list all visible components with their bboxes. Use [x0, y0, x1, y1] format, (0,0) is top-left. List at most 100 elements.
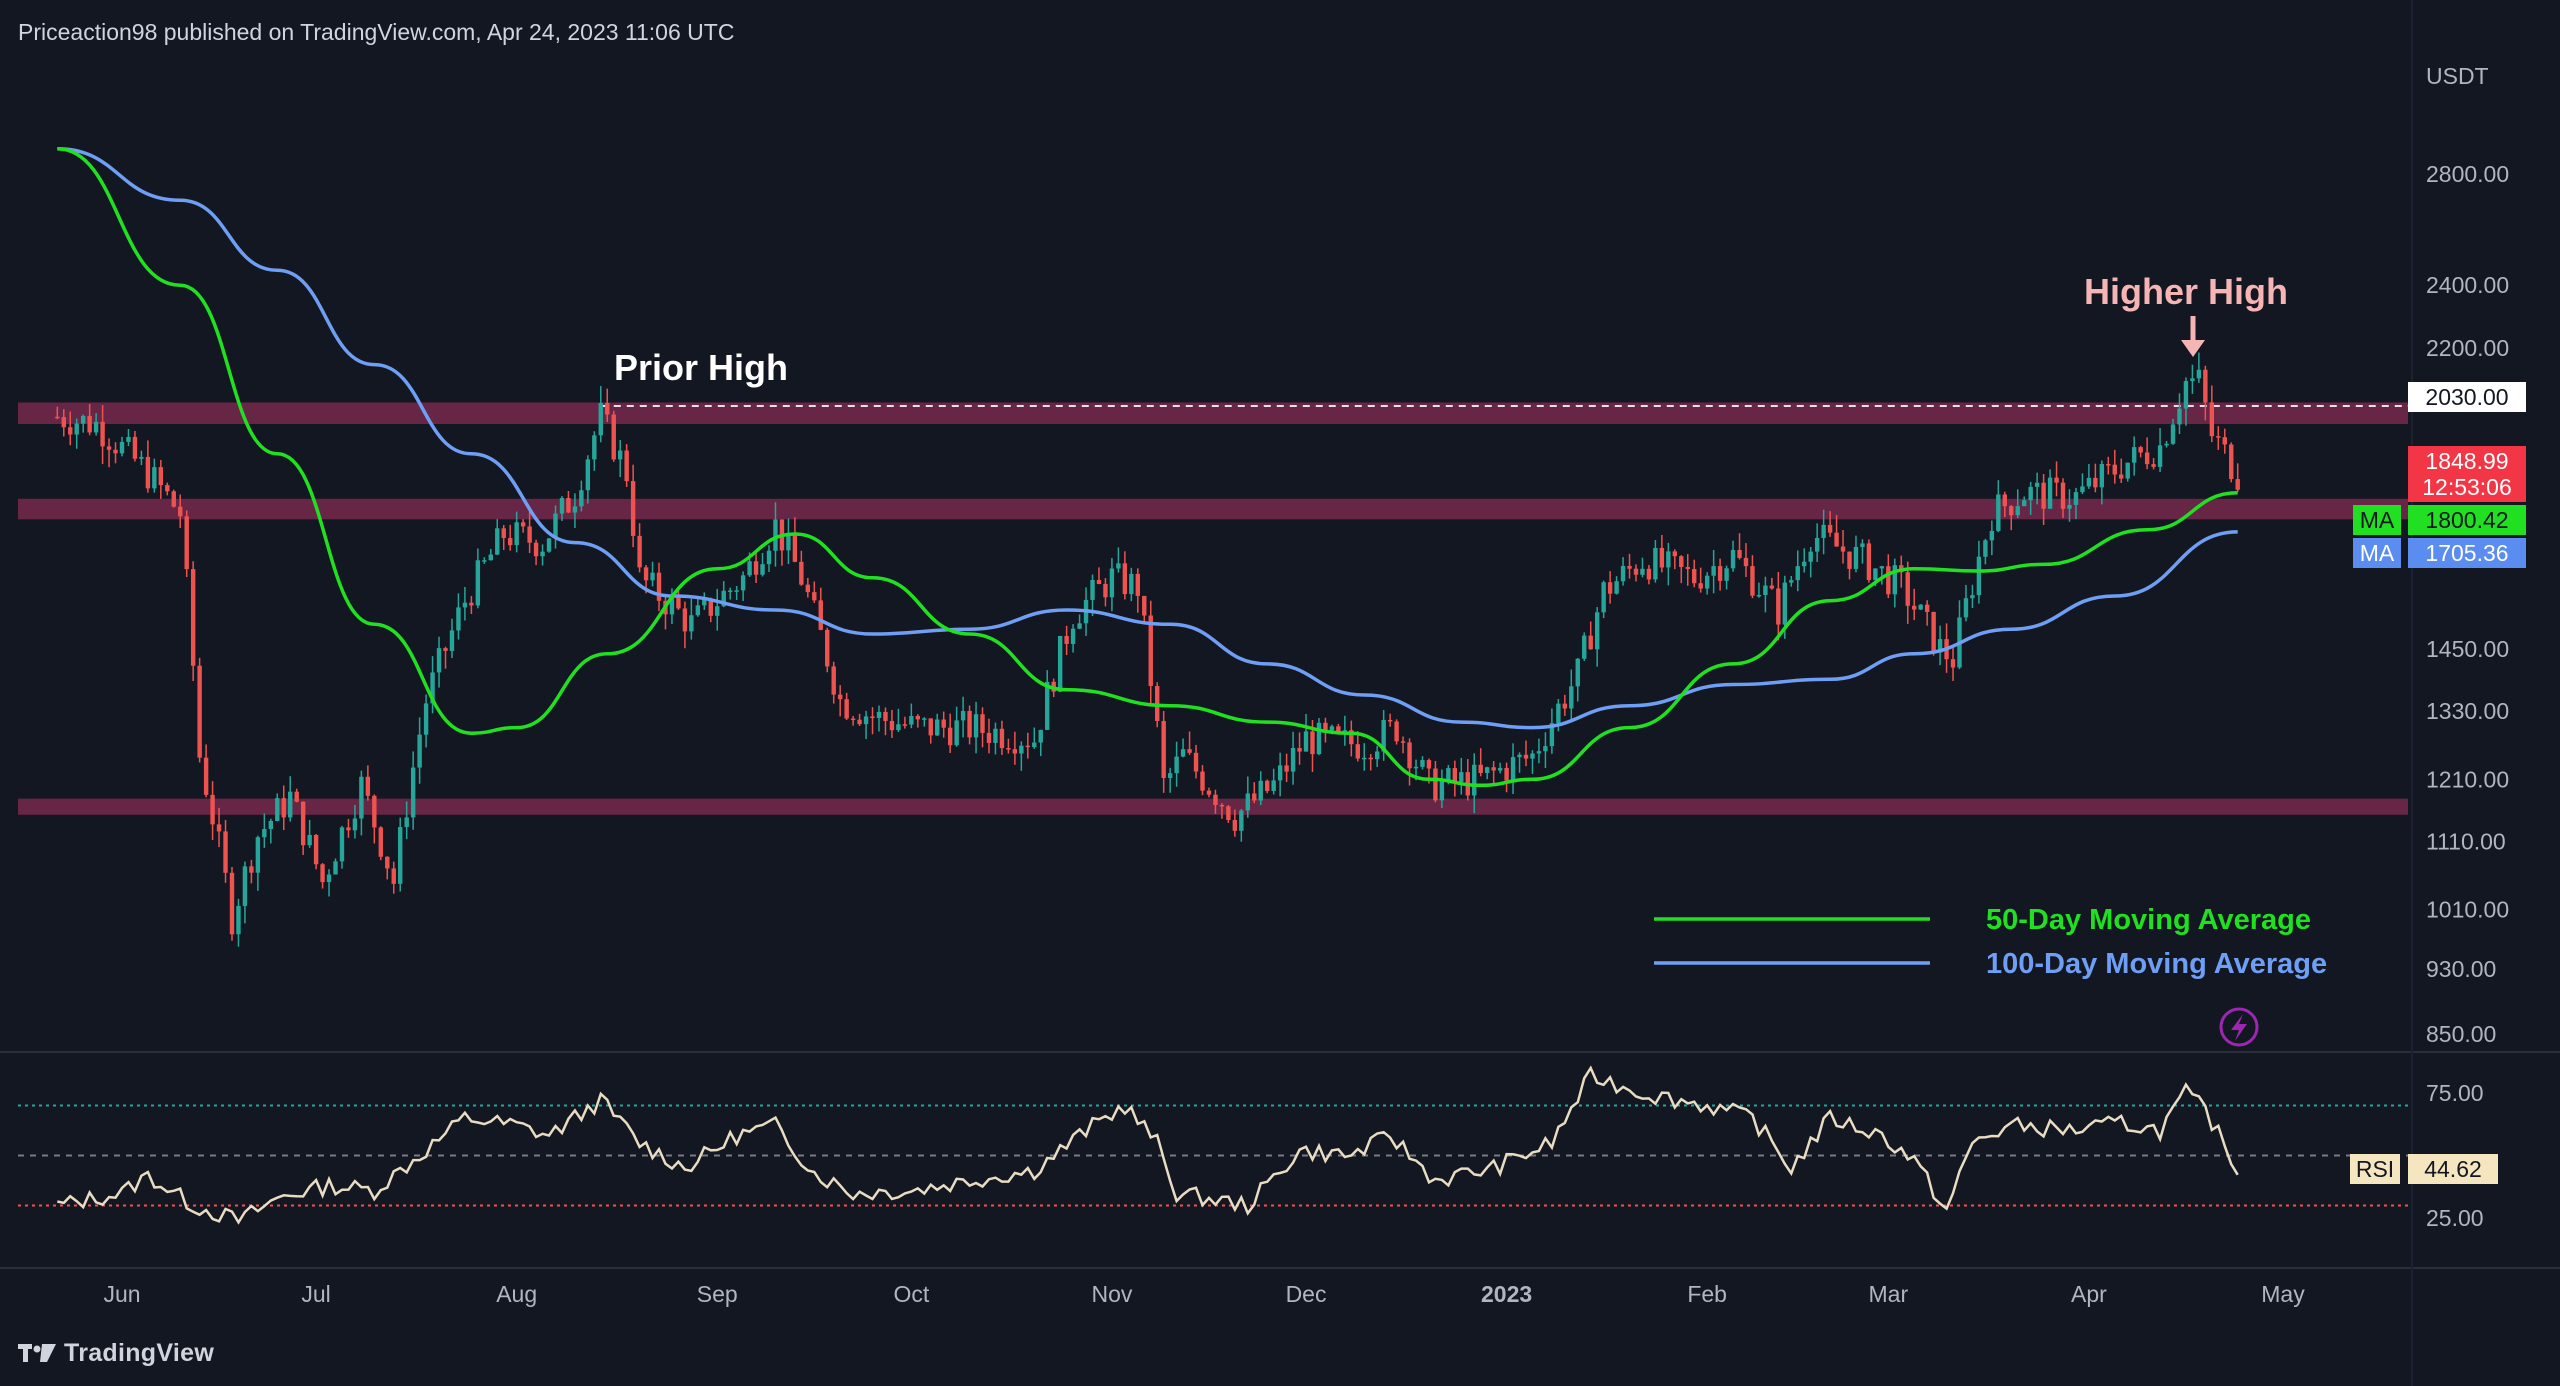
candle-body — [2054, 477, 2059, 483]
candle-body — [967, 710, 972, 738]
svg-text:1705.36: 1705.36 — [2425, 540, 2508, 566]
candle-body — [1575, 658, 1580, 687]
candle-body — [1362, 757, 1367, 760]
candle-body — [837, 694, 843, 700]
candle-body — [2229, 444, 2234, 480]
candle-body — [630, 481, 636, 536]
candle-body — [288, 791, 293, 818]
candle-body — [1698, 583, 1703, 589]
candle-body — [275, 798, 280, 821]
price-tick-label: 1450.00 — [2426, 636, 2509, 662]
candle-body — [1193, 752, 1199, 772]
ma100-legend-label: 100-Day Moving Average — [1986, 948, 2327, 980]
candle-body — [333, 861, 338, 875]
candle-body — [1200, 771, 1205, 791]
candle-body — [184, 516, 189, 570]
candle-body — [566, 497, 571, 513]
candle-body — [1239, 810, 1244, 831]
candle-body — [2086, 477, 2092, 487]
candle-body — [1142, 595, 1147, 616]
candle-body — [1983, 540, 1988, 557]
candle-body — [1711, 566, 1716, 576]
candle-body — [1924, 604, 1930, 612]
time-tick-label: Aug — [496, 1281, 537, 1307]
candle-body — [2093, 477, 2098, 488]
candle-body — [876, 711, 882, 719]
candle-body — [398, 827, 403, 884]
tradingview-footer[interactable]: TradingView — [18, 1336, 214, 1370]
candle-body — [2080, 486, 2085, 493]
price-tick-label: 1330.00 — [2426, 698, 2509, 724]
ma100-line — [57, 146, 2238, 730]
candle-body — [1931, 611, 1936, 653]
svg-text:1848.99: 1848.99 — [2425, 448, 2508, 474]
candle-body — [689, 615, 694, 632]
candle-body — [242, 866, 248, 906]
candle-body — [145, 456, 151, 489]
candle-body — [229, 872, 235, 935]
candle-body — [896, 724, 901, 731]
candle-body — [462, 602, 468, 608]
candle-body — [1329, 726, 1335, 731]
candle-body — [1135, 573, 1140, 596]
time-tick-label: Nov — [1091, 1281, 1132, 1307]
candle-body — [61, 417, 66, 428]
candle-body — [1666, 551, 1671, 568]
candle-body — [178, 506, 183, 517]
time-tick-label: May — [2261, 1281, 2305, 1307]
candle-body — [624, 450, 629, 482]
candle-body — [1355, 744, 1360, 759]
candle-body — [359, 776, 364, 819]
lightning-icon[interactable] — [2219, 1007, 2259, 1047]
candle-body — [928, 718, 933, 736]
candle-body — [2067, 504, 2072, 509]
candle-body — [378, 827, 384, 857]
candle-body — [980, 714, 985, 733]
candle-body — [2028, 486, 2033, 501]
price-axis-ticks[interactable]: 2800.00 2400.00 2200.00 1450.00 1330.00 1210.… — [2426, 161, 2509, 1047]
candle-body — [650, 572, 655, 581]
rsi-line — [57, 1065, 2239, 1225]
candle-body — [2073, 492, 2079, 505]
price-chart[interactable]: Prior High Higher High 50-Day Moving Ave… — [0, 0, 2560, 1386]
rsi-tick-label: 75.00 — [2426, 1080, 2484, 1106]
candle-body — [2021, 500, 2027, 507]
candle-body — [592, 435, 597, 460]
svg-text:2030.00: 2030.00 — [2425, 384, 2508, 410]
candle-body — [2203, 369, 2208, 403]
ma50-price-tag: MA 1800.42 — [2353, 505, 2526, 535]
time-tick-label: 2023 — [1481, 1281, 1532, 1307]
candle-body — [1387, 719, 1393, 722]
candle-body — [2099, 464, 2105, 488]
candle-body — [93, 421, 99, 433]
rsi-value-tag: RSI 44.62 — [2350, 1154, 2498, 1184]
candle-body — [1374, 751, 1380, 760]
candle-body — [2112, 464, 2117, 475]
candle-body — [1543, 746, 1548, 752]
candle-body — [1536, 751, 1542, 754]
candle-body — [760, 564, 765, 575]
time-axis[interactable]: Jun Jul Aug Sep Oct Nov Dec 2023 Feb Mar Apr May — [103, 1281, 2305, 1307]
candle-body — [1795, 566, 1800, 581]
candle-body — [1116, 563, 1121, 569]
candle-body — [223, 831, 228, 873]
candle-body — [1607, 582, 1613, 594]
time-tick-label: Feb — [1687, 1281, 1727, 1307]
candle-body — [1963, 598, 1969, 618]
candle-body — [1336, 726, 1341, 732]
candle-body — [1019, 745, 1024, 754]
candle-body — [1627, 565, 1632, 569]
candle-body — [171, 491, 176, 507]
candle-body — [1556, 703, 1561, 724]
ma50-line — [57, 146, 2238, 788]
candle-body — [1148, 615, 1153, 686]
candle-body — [1886, 566, 1891, 595]
candle-body — [850, 718, 856, 721]
candle-body — [300, 801, 306, 846]
candle-body — [165, 485, 170, 492]
candle-body — [385, 856, 390, 869]
candle-body — [1472, 764, 1477, 796]
candle-body — [1789, 580, 1794, 583]
candle-body — [508, 538, 513, 546]
svg-text:1800.42: 1800.42 — [2425, 507, 2508, 533]
